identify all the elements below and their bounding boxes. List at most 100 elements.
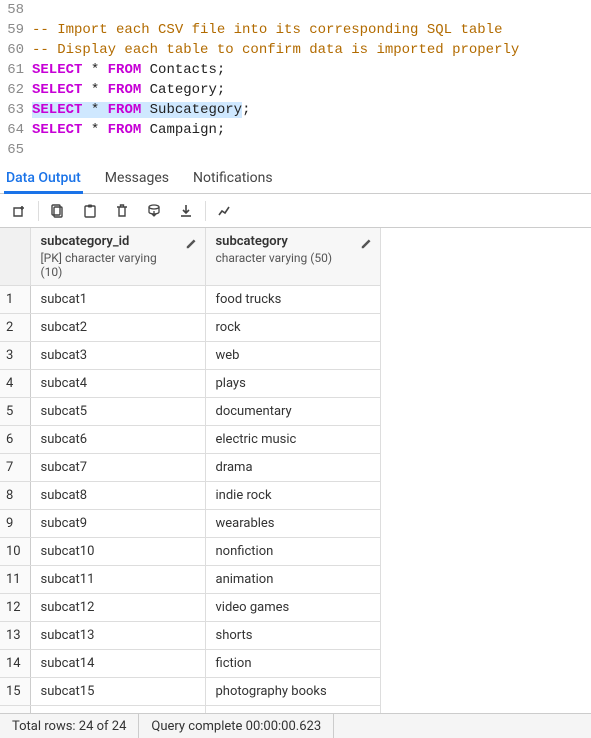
- cell[interactable]: wearables: [205, 510, 380, 538]
- cell[interactable]: rock: [205, 314, 380, 342]
- line-number: 60: [0, 40, 32, 60]
- code-line[interactable]: 63SELECT * FROM Subcategory;: [0, 100, 591, 120]
- copy-button[interactable]: [43, 197, 73, 225]
- delete-icon: [114, 203, 130, 219]
- delete-button[interactable]: [107, 197, 137, 225]
- cell[interactable]: photography books: [205, 678, 380, 706]
- column-type: [PK] character varying (10): [41, 251, 181, 279]
- code-content[interactable]: SELECT * FROM Subcategory;: [32, 100, 250, 120]
- cell[interactable]: food trucks: [205, 286, 380, 314]
- download-button[interactable]: [171, 197, 201, 225]
- tab-messages[interactable]: Messages: [103, 164, 171, 193]
- code-content[interactable]: -- Display each table to confirm data is…: [32, 40, 519, 60]
- cell[interactable]: indie rock: [205, 482, 380, 510]
- column-name: subcategory_id: [41, 234, 130, 249]
- code-line[interactable]: 60-- Display each table to confirm data …: [0, 40, 591, 60]
- row-number: 5: [0, 398, 30, 426]
- table-row[interactable]: 16subcat16radio & podcasts: [0, 706, 380, 715]
- sql-editor[interactable]: 5859-- Import each CSV file into its cor…: [0, 0, 591, 164]
- table-row[interactable]: 9subcat9wearables: [0, 510, 380, 538]
- chart-button[interactable]: [210, 197, 240, 225]
- code-line[interactable]: 58: [0, 0, 591, 20]
- code-line[interactable]: 59-- Import each CSV file into its corre…: [0, 20, 591, 40]
- cell[interactable]: subcat2: [30, 314, 205, 342]
- code-content[interactable]: SELECT * FROM Campaign;: [32, 120, 225, 140]
- data-grid[interactable]: subcategory_id [PK] character varying (10…: [0, 228, 381, 714]
- cell[interactable]: subcat7: [30, 454, 205, 482]
- cell[interactable]: subcat10: [30, 538, 205, 566]
- table-row[interactable]: 12subcat12video games: [0, 594, 380, 622]
- code-content[interactable]: -- Import each CSV file into its corresp…: [32, 20, 502, 40]
- table-row[interactable]: 7subcat7drama: [0, 454, 380, 482]
- cell[interactable]: plays: [205, 370, 380, 398]
- table-row[interactable]: 15subcat15photography books: [0, 678, 380, 706]
- line-number: 61: [0, 60, 32, 80]
- save-data-button[interactable]: [139, 197, 169, 225]
- cell[interactable]: subcat6: [30, 426, 205, 454]
- output-toolbar: [0, 194, 591, 228]
- cell[interactable]: subcat15: [30, 678, 205, 706]
- cell[interactable]: radio & podcasts: [205, 706, 380, 715]
- table-row[interactable]: 2subcat2rock: [0, 314, 380, 342]
- line-number: 63: [0, 100, 32, 120]
- cell[interactable]: subcat16: [30, 706, 205, 715]
- pencil-icon[interactable]: [360, 236, 374, 254]
- cell[interactable]: documentary: [205, 398, 380, 426]
- cell[interactable]: fiction: [205, 650, 380, 678]
- table-row[interactable]: 11subcat11animation: [0, 566, 380, 594]
- code-line[interactable]: 65: [0, 140, 591, 160]
- cell[interactable]: subcat12: [30, 594, 205, 622]
- row-number: 10: [0, 538, 30, 566]
- line-number: 59: [0, 20, 32, 40]
- column-header-subcategory[interactable]: subcategory character varying (50): [205, 228, 380, 286]
- row-number: 8: [0, 482, 30, 510]
- tab-data-output[interactable]: Data Output: [4, 164, 83, 193]
- cell[interactable]: subcat3: [30, 342, 205, 370]
- data-grid-wrap[interactable]: subcategory_id [PK] character varying (10…: [0, 228, 591, 714]
- pencil-icon[interactable]: [185, 236, 199, 254]
- cell[interactable]: subcat5: [30, 398, 205, 426]
- table-row[interactable]: 5subcat5documentary: [0, 398, 380, 426]
- code-line[interactable]: 62SELECT * FROM Category;: [0, 80, 591, 100]
- table-row[interactable]: 1subcat1food trucks: [0, 286, 380, 314]
- cell[interactable]: subcat8: [30, 482, 205, 510]
- code-line[interactable]: 61SELECT * FROM Contacts;: [0, 60, 591, 80]
- table-row[interactable]: 10subcat10nonfiction: [0, 538, 380, 566]
- add-row-button[interactable]: [4, 197, 34, 225]
- cell[interactable]: subcat4: [30, 370, 205, 398]
- table-row[interactable]: 6subcat6electric music: [0, 426, 380, 454]
- tab-notifications[interactable]: Notifications: [191, 164, 275, 193]
- cell[interactable]: web: [205, 342, 380, 370]
- table-row[interactable]: 3subcat3web: [0, 342, 380, 370]
- code-content[interactable]: SELECT * FROM Contacts;: [32, 60, 225, 80]
- line-number: 58: [0, 0, 32, 20]
- cell[interactable]: animation: [205, 566, 380, 594]
- row-number-header: [0, 228, 30, 286]
- cell[interactable]: video games: [205, 594, 380, 622]
- cell[interactable]: subcat14: [30, 650, 205, 678]
- cell[interactable]: subcat11: [30, 566, 205, 594]
- cell[interactable]: electric music: [205, 426, 380, 454]
- cell[interactable]: subcat1: [30, 286, 205, 314]
- paste-button[interactable]: [75, 197, 105, 225]
- row-number: 2: [0, 314, 30, 342]
- table-row[interactable]: 4subcat4plays: [0, 370, 380, 398]
- cell[interactable]: drama: [205, 454, 380, 482]
- status-bar: Total rows: 24 of 24 Query complete 00:0…: [0, 714, 591, 738]
- cell[interactable]: subcat13: [30, 622, 205, 650]
- code-content[interactable]: SELECT * FROM Category;: [32, 80, 225, 100]
- download-icon: [178, 203, 194, 219]
- line-number: 62: [0, 80, 32, 100]
- column-header-subcategory_id[interactable]: subcategory_id [PK] character varying (10…: [30, 228, 205, 286]
- row-number: 1: [0, 286, 30, 314]
- column-name: subcategory: [216, 234, 288, 249]
- cell[interactable]: nonfiction: [205, 538, 380, 566]
- row-number: 7: [0, 454, 30, 482]
- table-row[interactable]: 8subcat8indie rock: [0, 482, 380, 510]
- code-line[interactable]: 64SELECT * FROM Campaign;: [0, 120, 591, 140]
- cell[interactable]: subcat9: [30, 510, 205, 538]
- table-row[interactable]: 13subcat13shorts: [0, 622, 380, 650]
- table-row[interactable]: 14subcat14fiction: [0, 650, 380, 678]
- cell[interactable]: shorts: [205, 622, 380, 650]
- column-type: character varying (50): [216, 251, 356, 265]
